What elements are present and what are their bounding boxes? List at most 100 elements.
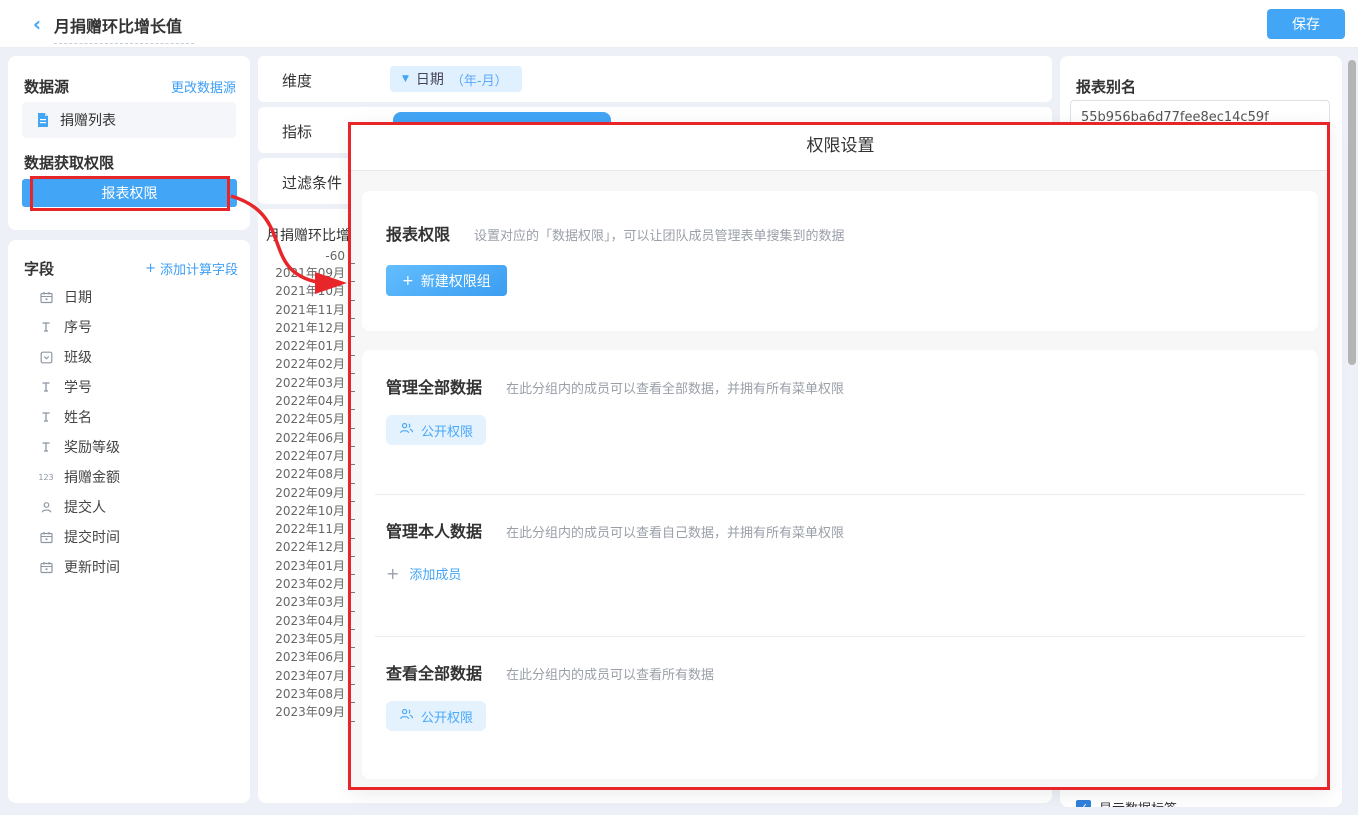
add-member-link[interactable]: + 添加成员 <box>386 564 461 583</box>
section-divider <box>375 636 1305 637</box>
dimension-granularity: （年-月） <box>451 70 508 89</box>
text-icon <box>38 380 54 394</box>
report-permission-desc: 设置对应的「数据权限」，可以让团队成员管理表单搜集到的数据 <box>474 225 845 244</box>
chart-category-label: 2022年07月 <box>258 447 345 465</box>
chart-category-label: 2022年04月 <box>258 392 345 410</box>
change-datasource-link[interactable]: 更改数据源 <box>171 77 236 96</box>
chart-category-label: 2022年11月 <box>258 520 345 538</box>
field-label: 捐赠金额 <box>64 467 120 487</box>
chart-category-label: 2022年10月 <box>258 502 345 520</box>
show-data-label-text: 显示数据标签 <box>1099 798 1177 807</box>
field-label: 更新时间 <box>64 557 120 577</box>
chart-category-label: 2022年03月 <box>258 374 345 392</box>
report-alias-label: 报表别名 <box>1076 76 1136 97</box>
permission-section: 管理全部数据 在此分组内的成员可以查看全部数据，并拥有所有菜单权限公开权限 <box>386 374 1294 445</box>
datasource-panel: 数据源 更改数据源 捐赠列表 数据获取权限 报表权限 <box>8 56 250 230</box>
datasource-item[interactable]: 捐赠列表 <box>22 102 236 138</box>
add-calc-field-label: 添加计算字段 <box>160 259 238 278</box>
public-permission-pill[interactable]: 公开权限 <box>386 701 486 731</box>
permission-section-title: 查看全部数据 <box>386 660 482 684</box>
field-item[interactable]: 姓名 <box>8 402 250 432</box>
modal-header: 权限设置 <box>351 122 1330 171</box>
public-permission-pill[interactable]: 公开权限 <box>386 415 486 445</box>
permission-section-desc: 在此分组内的成员可以查看自己数据，并拥有所有菜单权限 <box>506 522 844 541</box>
field-item[interactable]: 123 捐赠金额 <box>8 462 250 492</box>
field-label: 日期 <box>64 287 92 307</box>
permission-section-title: 管理全部数据 <box>386 374 482 398</box>
chart-category-label: 2021年11月 <box>258 301 345 319</box>
fields-title: 字段 <box>24 258 54 279</box>
add-calc-field-link[interactable]: + 添加计算字段 <box>145 259 238 278</box>
chart-axis-value: -60 <box>258 249 345 263</box>
field-item[interactable]: 学号 <box>8 372 250 402</box>
scrollbar-thumb[interactable] <box>1348 60 1356 365</box>
calendar-icon <box>38 290 54 304</box>
filter-label: 过滤条件 <box>282 172 342 193</box>
add-member-label: 添加成员 <box>409 564 461 583</box>
chart-category-label: 2023年01月 <box>258 557 345 575</box>
datasource-title: 数据源 <box>24 76 69 97</box>
report-permission-section: 报表权限 设置对应的「数据权限」，可以让团队成员管理表单搜集到的数据 + 新建权… <box>362 191 1318 331</box>
report-builder-app: ‹ 月捐赠环比增长值 保存 数据源 更改数据源 捐赠列表 数据获取权限 报表权限… <box>0 0 1358 815</box>
text-icon <box>38 320 54 334</box>
chart-category-label: 2022年02月 <box>258 355 345 373</box>
plus-icon: + <box>386 564 399 583</box>
field-label: 提交人 <box>64 497 106 517</box>
save-button[interactable]: 保存 <box>1267 9 1345 39</box>
chart-category-label: 2023年03月 <box>258 593 345 611</box>
person-icon <box>38 500 54 514</box>
dimension-field: 日期 <box>416 69 444 89</box>
field-label: 姓名 <box>64 407 92 427</box>
number-icon: 123 <box>38 470 54 484</box>
page-title: 月捐赠环比增长值 <box>54 13 194 44</box>
modal-body: 报表权限 设置对应的「数据权限」，可以让团队成员管理表单搜集到的数据 + 新建权… <box>351 171 1330 789</box>
chart-category-label: 2023年05月 <box>258 630 345 648</box>
text-icon <box>38 440 54 454</box>
chart-category-label: 2021年12月 <box>258 319 345 337</box>
permission-section: 管理本人数据在此分组内的成员可以查看自己数据，并拥有所有菜单权限+添加成员 <box>386 518 1294 583</box>
chart-title: 月捐赠环比增长值 <box>266 225 350 245</box>
field-label: 奖励等级 <box>64 437 120 457</box>
calendar-icon <box>38 560 54 574</box>
permission-modal: 权限设置 报表权限 设置对应的「数据权限」，可以让团队成员管理表单搜集到的数据 … <box>351 122 1330 790</box>
field-item[interactable]: 日期 <box>8 282 250 312</box>
chart-category-label: 2022年05月 <box>258 410 345 428</box>
field-item[interactable]: 奖励等级 <box>8 432 250 462</box>
new-permission-group-button[interactable]: + 新建权限组 <box>386 265 507 296</box>
select-icon <box>38 350 54 364</box>
report-permission-button[interactable]: 报表权限 <box>22 179 237 207</box>
modal-title: 权限设置 <box>351 122 1330 171</box>
field-item[interactable]: 提交人 <box>8 492 250 522</box>
show-data-label-row: ✓ 显示数据标签 <box>1076 798 1177 807</box>
chart-category-label: 2022年12月 <box>258 538 345 556</box>
chart-category-label: 2023年07月 <box>258 667 345 685</box>
field-label: 班级 <box>64 347 92 367</box>
top-bar: ‹ 月捐赠环比增长值 保存 <box>0 0 1358 48</box>
field-label: 序号 <box>64 317 92 337</box>
plus-icon: + <box>402 273 414 289</box>
chart-category-axis: 2021年09月2021年10月2021年11月2021年12月2022年01月… <box>258 264 345 721</box>
dimension-pill[interactable]: ▼ 日期 （年-月） <box>390 66 522 92</box>
public-permission-label: 公开权限 <box>421 421 473 440</box>
dimension-row: 维度 ▼ 日期 （年-月） <box>258 56 1052 102</box>
chart-category-label: 2022年09月 <box>258 484 345 502</box>
field-label: 提交时间 <box>64 527 120 547</box>
people-icon <box>399 421 414 439</box>
field-item[interactable]: 更新时间 <box>8 552 250 582</box>
calendar-icon <box>38 530 54 544</box>
field-label: 学号 <box>64 377 92 397</box>
public-permission-label: 公开权限 <box>421 707 473 726</box>
permission-section-desc: 在此分组内的成员可以查看全部数据，并拥有所有菜单权限 <box>506 378 844 397</box>
metric-label: 指标 <box>282 121 312 142</box>
report-permission-title: 报表权限 <box>386 221 450 245</box>
field-item[interactable]: 提交时间 <box>8 522 250 552</box>
field-item[interactable]: 序号 <box>8 312 250 342</box>
permission-groups-card: 管理全部数据在此分组内的成员可以查看全部数据，并拥有所有菜单权限公开权限管理本人… <box>362 350 1318 779</box>
chart-category-label: 2023年06月 <box>258 648 345 666</box>
field-item[interactable]: 班级 <box>8 342 250 372</box>
chart-category-label: 2021年10月 <box>258 282 345 300</box>
back-icon[interactable]: ‹ <box>26 13 48 35</box>
chart-category-label: 2021年09月 <box>258 264 345 282</box>
checkbox-checked-icon[interactable]: ✓ <box>1076 800 1091 807</box>
section-divider <box>375 494 1305 495</box>
